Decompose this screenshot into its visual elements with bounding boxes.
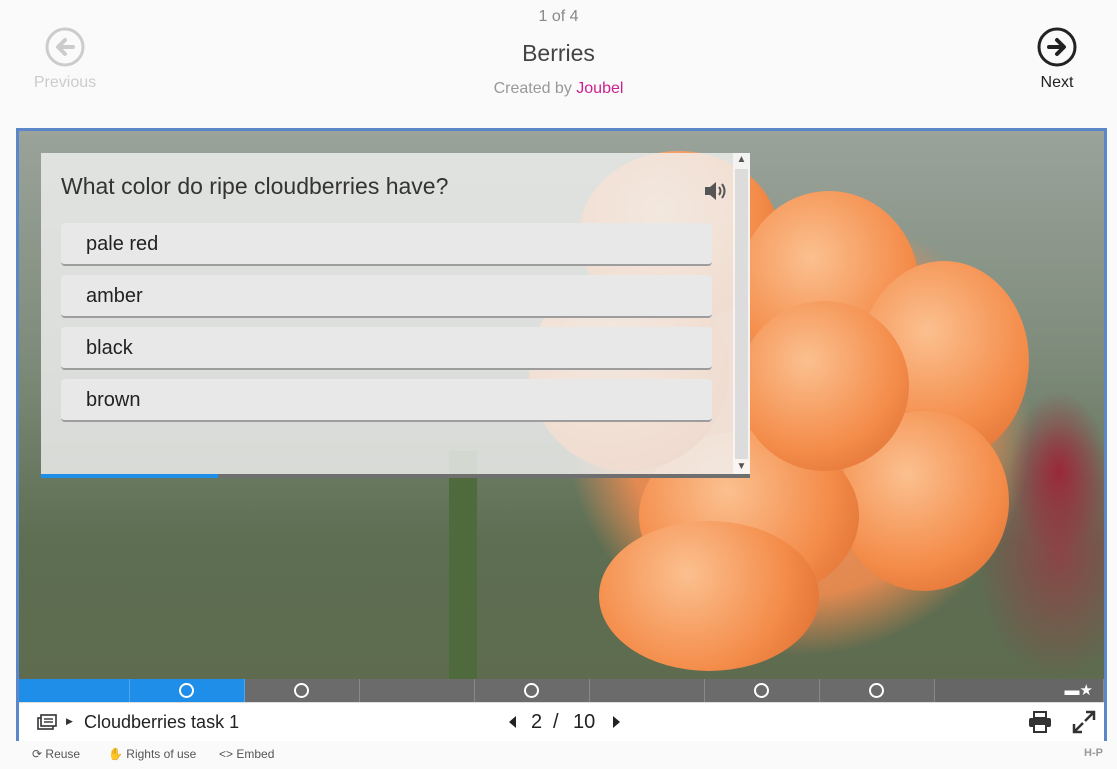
previous-label: Previous (33, 74, 97, 91)
slide-stage: What color do ripe cloudberries have? pa… (19, 131, 1104, 679)
slide-segment[interactable] (360, 679, 475, 702)
h5p-actions-bar: ⟳ Reuse ✋ Rights of use <> Embed H-P (16, 744, 1107, 764)
page-title: Berries (522, 40, 595, 66)
arrow-left-circle-icon (45, 27, 85, 67)
current-slide-number: 2 (531, 711, 543, 733)
fullscreen-button[interactable] (1072, 710, 1096, 739)
code-icon: <> (219, 747, 234, 761)
slide-segment[interactable] (820, 679, 935, 702)
caret-right-icon: ▶ (66, 716, 73, 726)
slide-segment[interactable] (245, 679, 360, 702)
scroll-down-icon[interactable]: ▼ (733, 460, 750, 474)
scrollbar-thumb[interactable] (735, 169, 748, 459)
presentation-frame: What color do ripe cloudberries have? pa… (16, 128, 1107, 741)
task-marker-icon (524, 683, 539, 698)
rights-action[interactable]: ✋ Rights of use (108, 747, 196, 761)
task-marker-icon (179, 683, 194, 698)
slide-segment[interactable] (705, 679, 820, 702)
reuse-icon: ⟳ (32, 747, 43, 761)
berry-drupe (739, 301, 909, 471)
expand-icon (1072, 710, 1096, 734)
task-marker-icon (754, 683, 769, 698)
scroll-up-icon[interactable]: ▲ (733, 153, 750, 167)
slides-list-icon (37, 714, 57, 730)
task-marker-icon (294, 683, 309, 698)
total-slides: 10 (573, 711, 596, 733)
print-button[interactable] (1028, 711, 1052, 738)
answer-option[interactable]: black (61, 327, 712, 370)
plant-stem (449, 451, 477, 679)
byline: Created by Joubel (0, 80, 1117, 98)
byline-prefix: Created by (493, 80, 572, 97)
previous-slide-icon[interactable] (507, 715, 517, 729)
footer-bar: ▶ Cloudberries task 1 2 / 10 (19, 702, 1104, 741)
reuse-label: Reuse (45, 747, 81, 761)
h5p-logo[interactable]: H-P (1084, 747, 1103, 759)
answer-option[interactable]: amber (61, 275, 712, 318)
card-scrollbar[interactable]: ▲ ▼ (733, 153, 750, 474)
rights-label: Rights of use (126, 747, 197, 761)
red-leaf (1009, 391, 1104, 551)
question-progress-fill (41, 474, 219, 478)
summary-slide-segment[interactable]: ▬★ (935, 679, 1104, 702)
embed-label: Embed (236, 747, 275, 761)
question-card: What color do ripe cloudberries have? pa… (41, 153, 750, 478)
previous-button[interactable]: Previous (20, 26, 110, 92)
header: 1 of 4 Berries Created by Joubel Previou… (0, 0, 1117, 128)
pager-separator: / (553, 711, 559, 733)
audio-button[interactable] (703, 179, 733, 205)
next-button[interactable]: Next (1012, 26, 1102, 92)
answer-option[interactable]: brown (61, 379, 712, 422)
summary-star-icon: ▬★ (1064, 682, 1093, 699)
current-slide-title: Cloudberries task 1 (84, 712, 240, 732)
task-marker-icon (869, 683, 884, 698)
slide-progress-bar[interactable]: ▬★ (19, 679, 1104, 702)
slide-counter: 1 of 4 (538, 8, 579, 25)
slide-segment[interactable] (475, 679, 590, 702)
answer-list: pale red amber black brown (61, 223, 712, 431)
question-text: What color do ripe cloudberries have? (61, 173, 449, 199)
slide-segment[interactable] (590, 679, 705, 702)
speaker-icon (705, 182, 726, 200)
next-slide-icon[interactable] (612, 715, 622, 729)
reuse-action[interactable]: ⟳ Reuse (32, 747, 80, 761)
handshake-icon: ✋ (108, 747, 123, 761)
author-link[interactable]: Joubel (576, 80, 623, 97)
next-label: Next (1040, 74, 1074, 91)
answer-option[interactable]: pale red (61, 223, 712, 266)
question-progress-bar (41, 474, 750, 478)
slide-segment[interactable] (130, 679, 245, 702)
slide-menu-button[interactable] (37, 714, 57, 735)
arrow-right-circle-icon (1037, 27, 1077, 67)
slide-segment[interactable] (19, 679, 130, 702)
printer-icon (1029, 711, 1051, 733)
embed-action[interactable]: <> Embed (219, 747, 274, 761)
berry-drupe (599, 521, 819, 671)
